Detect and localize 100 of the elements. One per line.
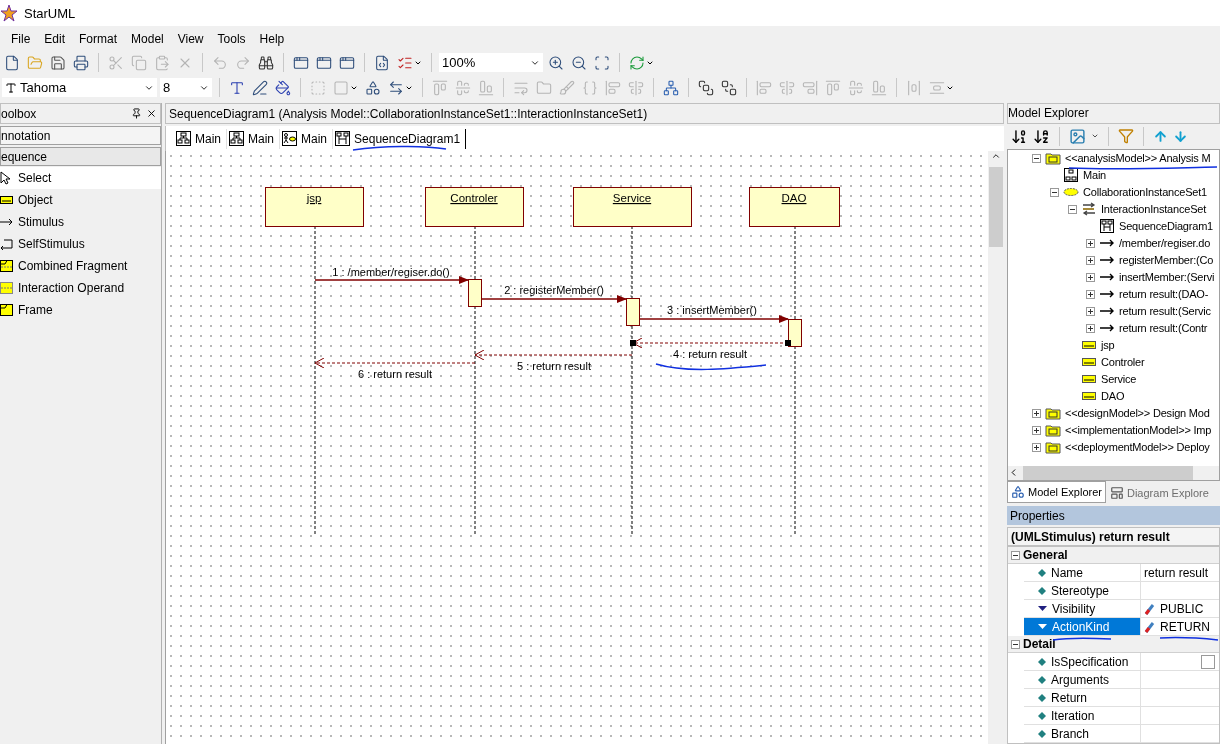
tree-item[interactable]: return result:(Servic — [1119, 305, 1211, 318]
vertical-scrollbar[interactable] — [988, 151, 1004, 744]
send-back-icon[interactable] — [721, 79, 737, 96]
move-down-icon[interactable] — [1173, 128, 1188, 144]
expand-toggle[interactable] — [1086, 255, 1095, 265]
expand-toggle[interactable] — [1086, 272, 1095, 282]
property-value[interactable]: RETURN — [1160, 619, 1210, 634]
tree-item[interactable]: <<implementationModel>> Imp — [1065, 424, 1212, 437]
menu-item[interactable]: Tools — [210, 32, 253, 46]
window-icon[interactable] — [339, 54, 355, 71]
scroll-up-icon[interactable] — [991, 151, 1001, 161]
explorer-tab[interactable]: Model Explorer — [1007, 480, 1106, 503]
tree-item[interactable]: <<analysisModel>> Analysis M — [1065, 152, 1211, 165]
expand-toggle[interactable] — [1032, 408, 1041, 418]
zoom-in-icon[interactable] — [548, 54, 564, 71]
scroll-thumb[interactable] — [1023, 465, 1193, 480]
collapse-toggle[interactable] — [1050, 187, 1059, 197]
line-style-icon[interactable] — [388, 79, 404, 96]
close-icon[interactable] — [146, 108, 157, 119]
menu-item[interactable]: File — [4, 32, 38, 46]
toolbox-item[interactable]: Select — [0, 167, 161, 189]
tree-item[interactable]: InteractionInstanceSet — [1101, 203, 1207, 216]
expand-toggle[interactable] — [1086, 323, 1095, 333]
toolbox-label: Interaction Operand — [18, 281, 125, 295]
toolbox-item[interactable]: Stimulus — [0, 211, 161, 233]
document-icon[interactable] — [374, 54, 390, 71]
toolbox-label: Object — [18, 193, 53, 207]
collapse-toggle[interactable] — [1068, 204, 1077, 214]
message-label: 5 : return result — [517, 360, 591, 372]
tree-item[interactable]: Controler — [1101, 356, 1145, 369]
expand-toggle[interactable] — [1032, 425, 1041, 435]
tree-item[interactable]: <<deploymentModel>> Deploy — [1065, 441, 1210, 454]
fit-icon[interactable] — [594, 54, 610, 71]
picture-icon[interactable] — [1069, 127, 1086, 145]
pin-icon[interactable] — [131, 108, 142, 119]
toolbox-section[interactable]: nnotation — [0, 126, 161, 145]
expand-toggle[interactable] — [1086, 306, 1095, 316]
property-value[interactable]: return result — [1144, 565, 1209, 580]
toolbox-item[interactable]: Combined Fragment — [0, 255, 161, 277]
scroll-thumb[interactable] — [989, 167, 1003, 247]
diagram-tab[interactable]: Main — [280, 128, 334, 149]
pen-icon[interactable] — [252, 79, 268, 96]
tree-icon[interactable] — [663, 79, 679, 96]
menu-item[interactable]: View — [170, 32, 211, 46]
toolbox-item[interactable]: Frame — [0, 299, 161, 321]
expand-toggle[interactable] — [1086, 289, 1095, 299]
tree-item[interactable]: Main — [1083, 169, 1107, 182]
expand-toggle[interactable] — [1086, 238, 1095, 248]
diagram-tab[interactable]: SequenceDiagram1 — [333, 128, 467, 149]
menu-item[interactable]: Edit — [37, 32, 73, 46]
tree-item[interactable]: DAO — [1101, 390, 1125, 403]
tree-item[interactable]: insertMember:(Servi — [1119, 271, 1215, 284]
checkbox[interactable] — [1201, 654, 1215, 669]
filter-icon[interactable] — [1118, 128, 1134, 145]
toolbox-item[interactable]: Object — [0, 189, 161, 211]
zoom-combo[interactable]: 100% — [439, 53, 543, 72]
tree-item[interactable]: SequenceDiagram1 — [1119, 220, 1214, 233]
menu-item[interactable]: Model — [124, 32, 171, 46]
expand-toggle[interactable] — [1032, 442, 1041, 452]
sort-alpha-icon[interactable] — [1033, 127, 1050, 145]
window-icon[interactable] — [293, 54, 309, 71]
tree-item[interactable]: CollaborationInstanceSet1 — [1083, 186, 1208, 199]
size-combo[interactable]: 8 — [160, 78, 212, 97]
tree-item[interactable]: <<designModel>> Design Mod — [1065, 407, 1210, 420]
collapse-toggle[interactable] — [1011, 550, 1020, 560]
paint-bucket-icon[interactable] — [275, 79, 291, 96]
tree-item[interactable]: return result:(Contr — [1119, 322, 1208, 335]
menu-item[interactable]: Format — [72, 32, 125, 46]
collapse-toggle[interactable] — [1011, 639, 1020, 649]
binoculars-icon[interactable] — [258, 54, 274, 71]
shapes-icon[interactable] — [365, 79, 381, 96]
move-up-icon[interactable] — [1153, 128, 1168, 144]
diagram-canvas[interactable]: jsp Controler Service DAO 1 : /member/regiser.do() 2 : registerMember() 3 : insertMember() 4 : return result 5 : return result 6 : return result — [165, 151, 1004, 744]
toolbox-item[interactable]: SelfStimulus — [0, 233, 161, 255]
tree-item[interactable]: registerMember:(Co — [1119, 254, 1214, 267]
triangle-icon — [1038, 623, 1047, 630]
save-icon[interactable] — [50, 54, 66, 71]
tree-item[interactable]: jsp — [1101, 339, 1115, 352]
explorer-tab[interactable]: Diagram Explore — [1107, 482, 1212, 503]
menu-item[interactable]: Help — [252, 32, 292, 46]
group-label: General — [1023, 548, 1068, 562]
window-icon[interactable] — [316, 54, 332, 71]
tree-item[interactable]: Service — [1101, 373, 1137, 386]
tree-item[interactable]: /member/regiser.do — [1119, 237, 1211, 250]
bring-front-icon[interactable] — [698, 79, 714, 96]
printer-icon[interactable] — [73, 54, 89, 71]
diagram-tab[interactable]: Main — [174, 128, 227, 149]
toolbox-section[interactable]: equence — [0, 147, 161, 166]
horizontal-scrollbar[interactable] — [1008, 465, 1219, 480]
diagram-tab[interactable]: Main — [227, 128, 281, 149]
zoom-out-icon[interactable] — [571, 54, 587, 71]
toolbox-item[interactable]: Interaction Operand — [0, 277, 161, 299]
tree-item[interactable]: return result:(DAO- — [1119, 288, 1209, 301]
new-file-icon[interactable] — [4, 54, 20, 71]
property-value[interactable]: PUBLIC — [1160, 601, 1204, 616]
font-color-icon[interactable] — [229, 79, 245, 96]
font-combo[interactable]: Tahoma — [2, 78, 157, 97]
panel-title: Model Explorer — [1008, 106, 1089, 121]
sort-numeric-icon[interactable] — [1011, 127, 1028, 145]
collapse-toggle[interactable] — [1032, 153, 1041, 163]
